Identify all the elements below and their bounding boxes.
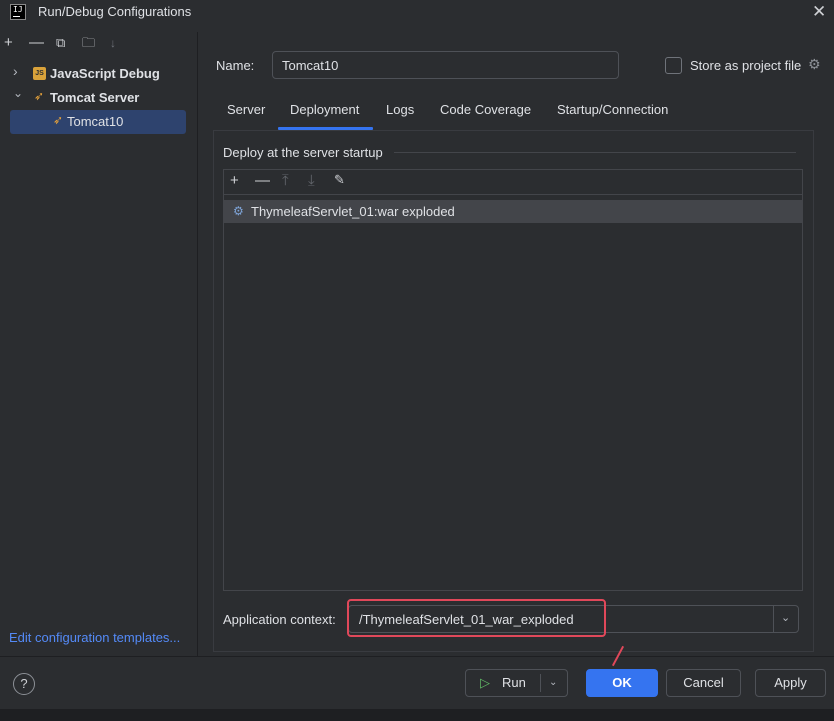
close-icon[interactable]: ✕ <box>812 2 826 22</box>
store-as-project-file-label[interactable]: Store as project file <box>690 58 801 73</box>
new-folder-icon[interactable]: 🗀 <box>82 34 95 52</box>
tab-startup-connection[interactable]: Startup/Connection <box>557 102 668 117</box>
store-as-project-file-checkbox[interactable] <box>665 57 682 74</box>
chevron-down-icon[interactable]: ⌄ <box>13 86 23 100</box>
chevron-down-icon[interactable]: ⌄ <box>781 611 790 624</box>
tree-item-label: JavaScript Debug <box>50 66 160 81</box>
gear-icon[interactable]: ⚙ <box>808 56 821 73</box>
bottom-strip <box>0 709 834 721</box>
add-icon[interactable]: + <box>4 34 13 52</box>
play-icon: ▷ <box>480 675 490 690</box>
list-item[interactable]: ⚙ ThymeleafServlet_01:war exploded <box>224 200 802 223</box>
artifacts-list: + — ⤒ ⤓ ✎ ⚙ ThymeleafServlet_01:war expl… <box>223 169 803 591</box>
tomcat-icon: ➶ <box>53 113 64 127</box>
cancel-button[interactable]: Cancel <box>666 669 741 697</box>
combo-divider <box>773 606 774 632</box>
application-context-combo[interactable]: /ThymeleafServlet_01_war_exploded ⌄ <box>348 605 799 633</box>
remove-icon[interactable]: — <box>255 172 270 189</box>
move-down-icon[interactable]: ⤓ <box>308 172 315 189</box>
tab-server[interactable]: Server <box>227 102 265 117</box>
ok-button[interactable]: OK <box>586 669 658 697</box>
artifact-icon: ⚙ <box>233 204 244 218</box>
edit-icon[interactable]: ✎ <box>334 172 345 188</box>
sort-icon[interactable]: ↓ <box>110 34 116 52</box>
deploy-group-title: Deploy at the server startup <box>223 145 383 160</box>
application-context-label: Application context: <box>223 612 336 627</box>
artifact-label: ThymeleafServlet_01:war exploded <box>251 204 455 219</box>
run-label: Run <box>502 675 526 690</box>
tab-deployment[interactable]: Deployment <box>290 102 359 117</box>
configurations-sidebar: + — ⧉ 🗀 ↓ › JS JavaScript Debug ⌄ ➶ Tomc… <box>0 32 198 656</box>
window-title: Run/Debug Configurations <box>38 4 192 19</box>
add-icon[interactable]: + <box>230 172 239 189</box>
javascript-icon: JS <box>33 67 46 80</box>
application-context-value[interactable]: /ThymeleafServlet_01_war_exploded <box>359 612 574 627</box>
move-up-icon[interactable]: ⤒ <box>282 172 289 189</box>
title-bar: IJ Run/Debug Configurations ✕ <box>0 0 834 26</box>
tree-item-tomcat-server[interactable]: ⌄ ➶ Tomcat Server <box>0 86 198 110</box>
tree-item-label: Tomcat Server <box>50 90 140 105</box>
artifacts-toolbar: + — ⤒ ⤓ ✎ <box>224 170 802 195</box>
remove-icon[interactable]: — <box>29 34 44 52</box>
run-button[interactable]: ▷ Run ⌄ <box>465 669 568 697</box>
name-field[interactable] <box>272 51 619 79</box>
sidebar-toolbar: + — ⧉ 🗀 ↓ <box>0 32 198 56</box>
edit-configuration-templates-link[interactable]: Edit configuration templates... <box>9 630 180 645</box>
name-label: Name: <box>216 58 255 73</box>
apply-button[interactable]: Apply <box>755 669 826 697</box>
tab-code-coverage[interactable]: Code Coverage <box>440 102 531 117</box>
tree-item-tomcat10[interactable]: ➶ Tomcat10 <box>10 110 186 134</box>
tree-item-javascript-debug[interactable]: › JS JavaScript Debug <box>0 62 198 86</box>
chevron-right-icon[interactable]: › <box>13 63 18 79</box>
tomcat-icon: ➶ <box>34 89 45 103</box>
chevron-down-icon[interactable]: ⌄ <box>549 670 557 696</box>
help-button[interactable]: ? <box>13 673 35 695</box>
group-divider <box>394 152 796 153</box>
run-split-divider <box>540 674 541 692</box>
tab-logs[interactable]: Logs <box>386 102 414 117</box>
copy-icon[interactable]: ⧉ <box>56 34 65 52</box>
tree-item-label: Tomcat10 <box>67 114 124 129</box>
intellij-logo-icon: IJ <box>10 4 26 20</box>
